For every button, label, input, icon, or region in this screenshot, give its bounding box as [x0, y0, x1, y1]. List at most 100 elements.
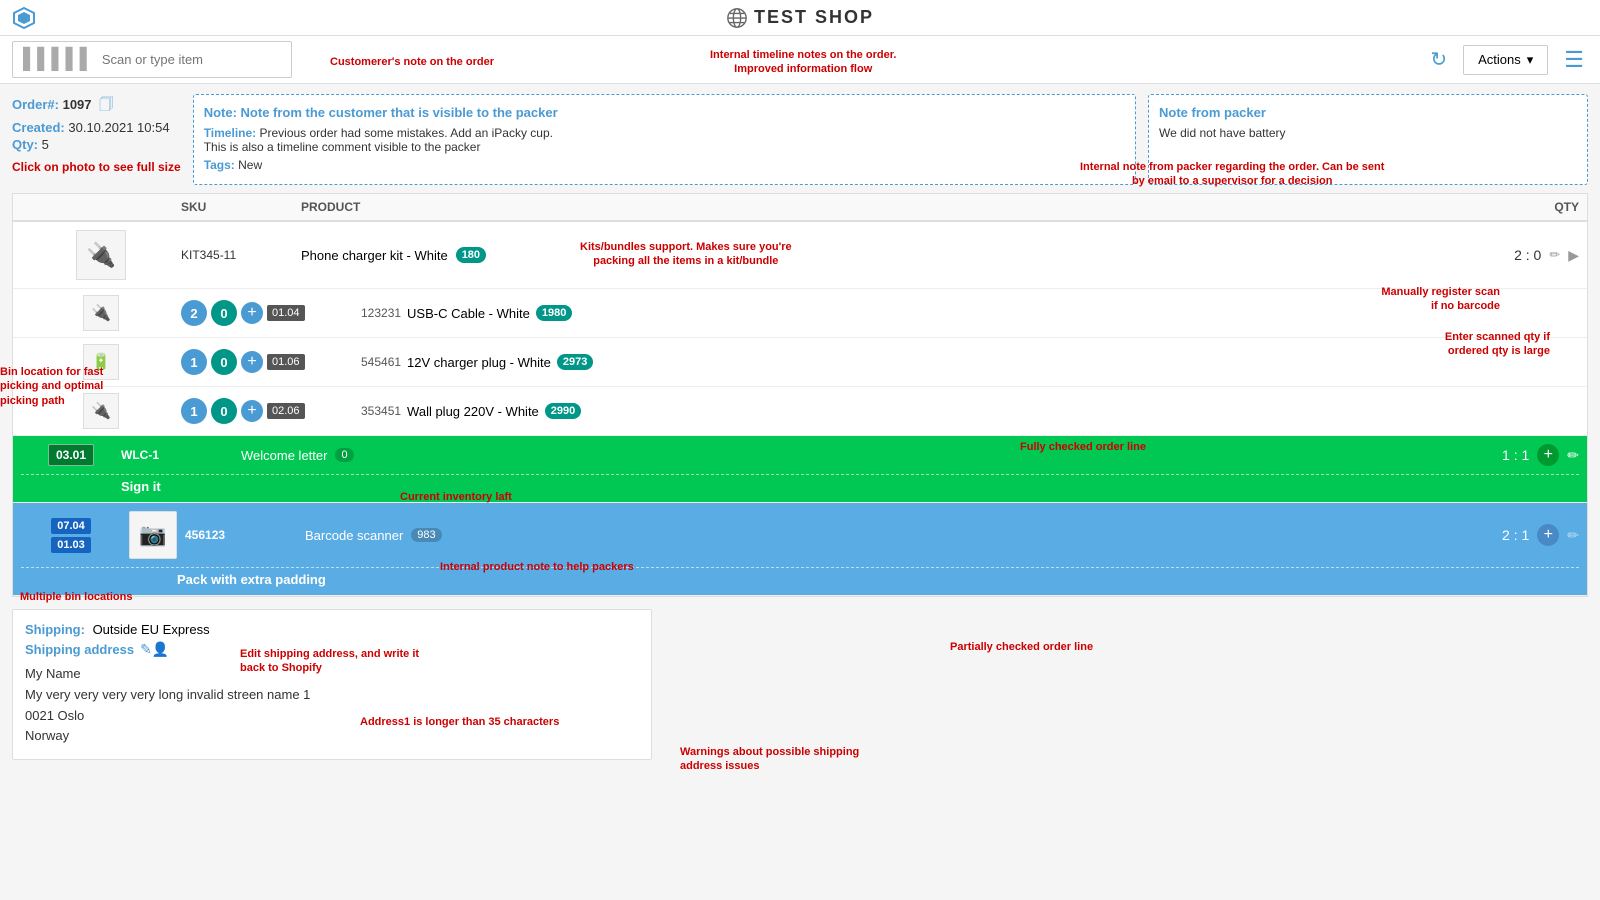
sub1-plus-button[interactable]: +: [241, 302, 263, 324]
address-name: My Name: [25, 664, 639, 685]
sub2-image: 🔋: [21, 344, 181, 380]
order-number-label: Order#:: [12, 97, 59, 112]
address-postal: 0021 Oslo: [25, 706, 639, 727]
header-title-group: TEST SHOP: [726, 7, 874, 29]
sub1-qty-zero: 0: [211, 300, 237, 326]
scan-input[interactable]: [102, 52, 281, 67]
sub2-qty-num: 1: [181, 349, 207, 375]
note-label: Note: Note from the customer that is vis…: [204, 105, 1125, 120]
green-edit-icon[interactable]: ✏: [1567, 447, 1579, 464]
green-name-group: Welcome letter 0: [241, 448, 1459, 463]
order-number-value: 1097: [63, 97, 92, 112]
blue-product-name: Barcode scanner: [305, 528, 403, 543]
address-street: My very very very very long invalid stre…: [25, 685, 639, 706]
refresh-button[interactable]: ↻: [1426, 43, 1451, 76]
green-badge: 0: [335, 448, 353, 462]
shipping-address-header: Shipping address ✎👤: [25, 641, 639, 658]
packer-note-label: Note from packer: [1159, 105, 1577, 120]
scan-input-wrapper[interactable]: ▌▌▌▌▌: [12, 41, 292, 78]
sub2-bin: 01.06: [267, 354, 305, 370]
col-header-sku: SKU: [181, 200, 301, 214]
green-qty: 1 : 1 + ✏: [1459, 444, 1579, 466]
kit-qty: 2 : 0 ✏ ▶: [1459, 247, 1579, 264]
sub3-qty-num: 1: [181, 398, 207, 424]
sub1-bin: 01.04: [267, 305, 305, 321]
blue-image: 📷: [121, 511, 185, 559]
page-title: TEST SHOP: [754, 7, 874, 28]
app-logo: [12, 6, 36, 33]
order-meta: Order#: 1097 🗍 Created: 30.10.2021 10:54…: [12, 94, 181, 174]
blue-plus-button[interactable]: +: [1537, 524, 1559, 546]
sub1-name: USB-C Cable - White: [407, 306, 530, 321]
sub1-sku: 123231: [361, 306, 401, 320]
sub-row-2: 🔋 1 0 + 01.06 545461 12V charger plug - …: [13, 338, 1587, 387]
kit-badge: 180: [456, 247, 486, 263]
blue-sku: 456123: [185, 528, 305, 542]
qty-value: 5: [42, 137, 49, 152]
green-bin-cell: 03.01: [21, 444, 121, 466]
kit-expand-icon[interactable]: ▶: [1568, 247, 1579, 264]
click-photo-hint: Click on photo to see full size: [12, 160, 181, 174]
sub3-image: 🔌: [21, 393, 181, 429]
sub3-qty-zero: 0: [211, 398, 237, 424]
sub-row-1: 🔌 2 0 + 01.04 123231 USB-C Cable - White…: [13, 289, 1587, 338]
sub1-image: 🔌: [21, 295, 181, 331]
main-content: Order#: 1097 🗍 Created: 30.10.2021 10:54…: [0, 84, 1600, 770]
sub2-badge: 2973: [557, 354, 593, 370]
shipping-label: Shipping:: [25, 622, 85, 637]
barcode-icon: ▌▌▌▌▌: [23, 48, 94, 71]
qty-label: Qty:: [12, 137, 38, 152]
blue-row: 07.04 01.03 📷 456123 Barcode scanner 983…: [13, 503, 1587, 596]
hamburger-button[interactable]: ☰: [1560, 43, 1588, 77]
shipping-box: Shipping: Outside EU Express Shipping ad…: [12, 609, 652, 760]
tags-line: Tags: New: [204, 158, 1125, 172]
topbar: ▌▌▌▌▌ ↻ Actions ▾ ☰: [0, 36, 1600, 84]
copy-icon[interactable]: 🗍: [99, 96, 113, 112]
shipping-section: Shipping: Outside EU Express Shipping ad…: [12, 609, 1588, 760]
kit-qty-value: 2 : 0: [1514, 247, 1541, 263]
col-header-product: PRODUCT: [301, 200, 1459, 214]
timeline-line: Timeline: Previous order had some mistak…: [204, 126, 1125, 154]
blue-badge: 983: [411, 528, 441, 542]
col-header-img: [21, 200, 181, 214]
green-qty-value: 1 : 1: [1502, 447, 1529, 463]
address-text: My Name My very very very very long inva…: [25, 664, 639, 747]
actions-label: Actions: [1478, 52, 1521, 67]
kit-image[interactable]: 🔌: [21, 230, 181, 280]
globe-icon: [726, 7, 748, 29]
kit-edit-icon[interactable]: ✏: [1549, 247, 1560, 263]
tags-value: New: [238, 158, 262, 172]
sub1-controls: 2 0 + 01.04: [181, 300, 361, 326]
sub3-plus-button[interactable]: +: [241, 400, 263, 422]
green-plus-button[interactable]: +: [1537, 444, 1559, 466]
actions-button[interactable]: Actions ▾: [1463, 45, 1548, 75]
kit-product-name: Phone charger kit - White: [301, 248, 448, 263]
shipping-method: Outside EU Express: [93, 622, 210, 637]
blue-edit-icon[interactable]: ✏: [1567, 527, 1579, 544]
sub3-sku: 353451: [361, 404, 401, 418]
sub2-controls: 1 0 + 01.06: [181, 349, 361, 375]
green-bin: 03.01: [48, 444, 94, 466]
green-sku: WLC-1: [121, 448, 241, 462]
green-product-name: Welcome letter: [241, 448, 327, 463]
address-edit-icon[interactable]: ✎👤: [140, 641, 169, 658]
kit-row: 🔌 KIT345-11 Phone charger kit - White 18…: [13, 222, 1587, 289]
kit-sku: KIT345-11: [181, 248, 301, 262]
blue-sub-text: Pack with extra padding: [13, 568, 1587, 595]
sub2-product: 545461 12V charger plug - White 2973: [361, 354, 1459, 370]
shipping-method-line: Shipping: Outside EU Express: [25, 622, 639, 637]
col-header-qty: QTY: [1459, 200, 1579, 214]
header: TEST SHOP: [0, 0, 1600, 36]
notes-container: Note: Note from the customer that is vis…: [193, 94, 1588, 185]
blue-bin-1: 07.04: [51, 518, 91, 534]
blue-name-group: Barcode scanner 983: [305, 528, 1459, 543]
packer-note-box: Note from packer We did not have battery: [1148, 94, 1588, 185]
sub3-name: Wall plug 220V - White: [407, 404, 539, 419]
sub1-product: 123231 USB-C Cable - White 1980: [361, 305, 1459, 321]
sub2-qty-zero: 0: [211, 349, 237, 375]
kit-name-group: Phone charger kit - White 180: [301, 247, 1459, 263]
sub2-plus-button[interactable]: +: [241, 351, 263, 373]
blue-qty-value: 2 : 1: [1502, 527, 1529, 543]
sub3-controls: 1 0 + 02.06: [181, 398, 361, 424]
sub1-qty-num: 2: [181, 300, 207, 326]
